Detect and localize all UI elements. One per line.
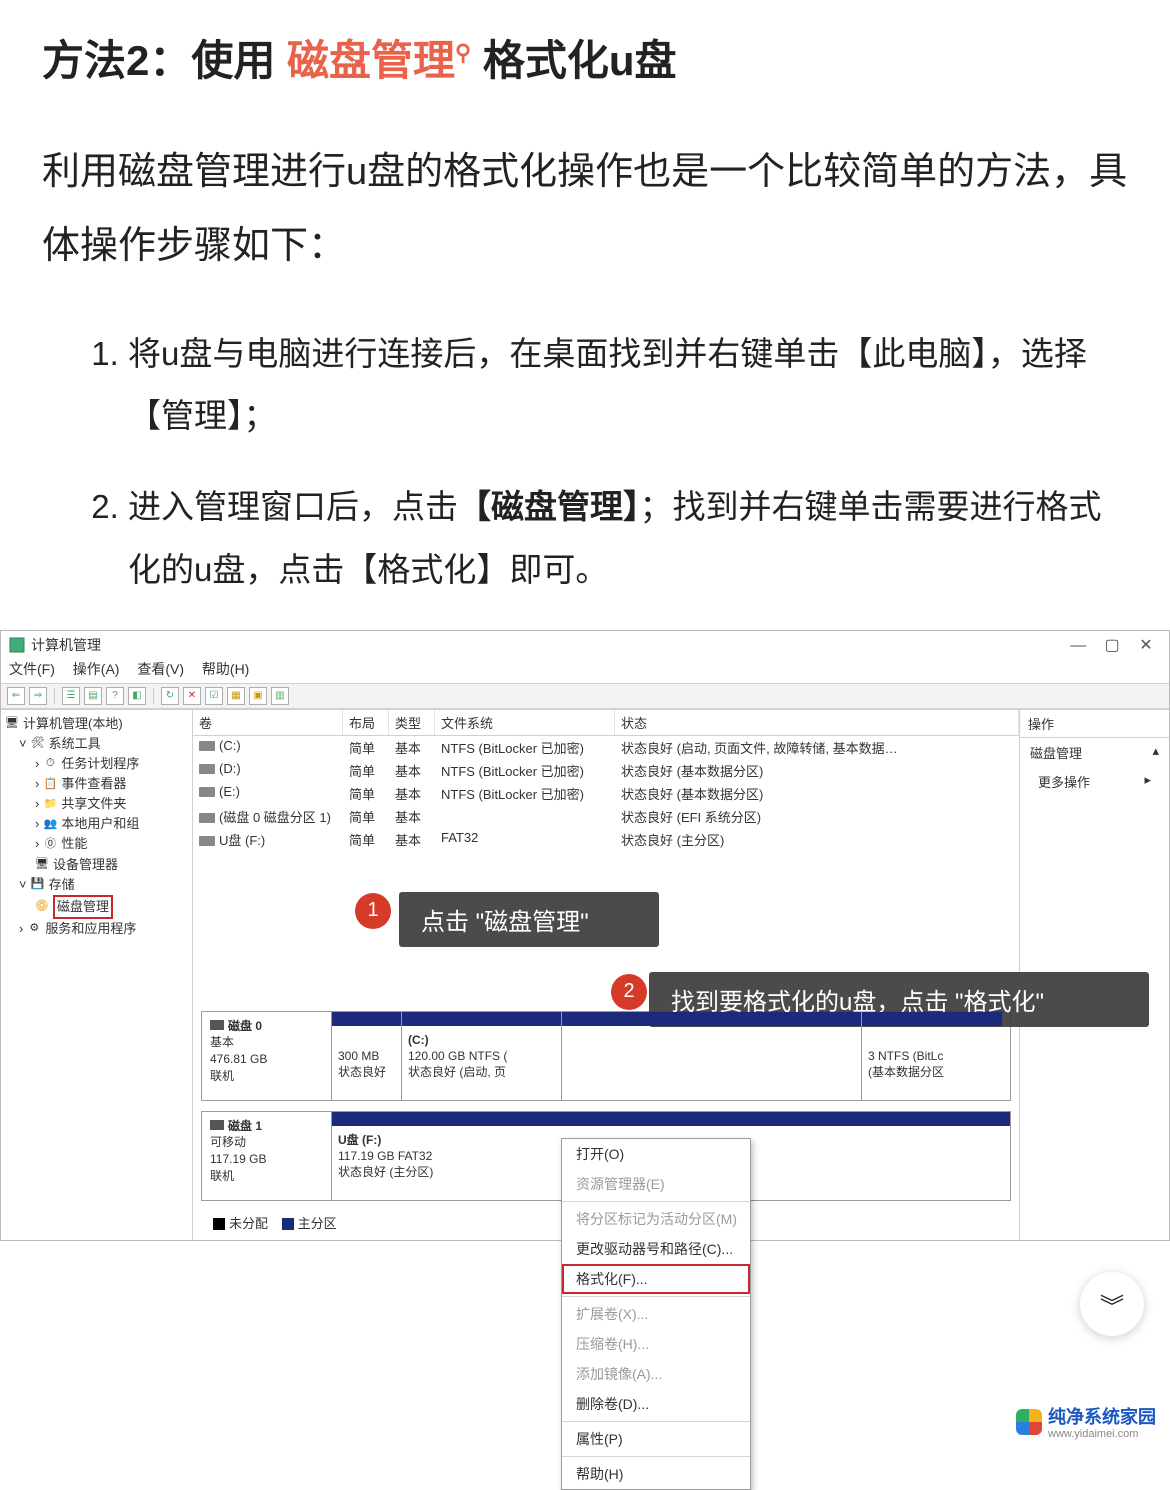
annotation-badge-2: 2: [611, 974, 647, 1010]
context-menu: 打开(O) 资源管理器(E) 将分区标记为活动分区(M) 更改驱动器号和路径(C…: [561, 1138, 751, 1490]
tb-a[interactable]: ▦: [227, 687, 245, 705]
intro-paragraph: 利用磁盘管理进行u盘的格式化操作也是一个比较简单的方法，具体操作步骤如下：: [42, 135, 1128, 283]
tb-c[interactable]: ▥: [271, 687, 289, 705]
double-chevron-down-icon: ︾: [1100, 1287, 1124, 1322]
minimize-button[interactable]: —: [1063, 637, 1093, 655]
volume-header: 卷 布局 类型 文件系统 状态: [193, 710, 1019, 736]
ctx-active: 将分区标记为活动分区(M): [562, 1204, 750, 1234]
tree-storage[interactable]: 存储: [49, 875, 75, 895]
tb-refresh[interactable]: ↻: [161, 687, 179, 705]
menu-view[interactable]: 查看(V): [137, 661, 184, 677]
ctx-format[interactable]: 格式化(F)...: [562, 1264, 750, 1294]
ctx-extend: 扩展卷(X)...: [562, 1299, 750, 1329]
volume-row[interactable]: (磁盘 0 磁盘分区 1)简单基本状态良好 (EFI 系统分区): [193, 805, 1019, 828]
watermark-logo-icon: [1016, 1409, 1042, 1435]
app-icon: [9, 637, 25, 653]
menu-file[interactable]: 文件(F): [9, 661, 55, 677]
tb-back[interactable]: ⇐: [7, 687, 25, 705]
tree-diskmgmt[interactable]: 磁盘管理: [53, 895, 113, 919]
ctx-delete[interactable]: 删除卷(D)...: [562, 1389, 750, 1419]
tb-up[interactable]: ☰: [62, 687, 80, 705]
tree-devmgr[interactable]: 设备管理器: [53, 855, 118, 875]
annotation-badge-1: 1: [355, 893, 391, 929]
disk-0-block: 磁盘 0 基本 476.81 GB 联机 300 MB状态良好(C:)120.0…: [201, 1011, 1011, 1101]
ctx-open[interactable]: 打开(O): [562, 1139, 750, 1169]
actions-diskmgmt[interactable]: 磁盘管理▴: [1020, 738, 1169, 767]
volume-row[interactable]: U盘 (F:)简单基本FAT32状态良好 (主分区): [193, 828, 1019, 851]
partition[interactable]: (C:)120.00 GB NTFS (状态良好 (启动, 页: [402, 1012, 562, 1100]
tree-users[interactable]: 本地用户和组: [61, 814, 139, 834]
chevron-right-icon: ▸: [1144, 772, 1151, 791]
clock-icon: ⏱: [43, 757, 57, 771]
search-icon[interactable]: ⚲: [455, 40, 471, 65]
tree-systools[interactable]: 系统工具: [49, 734, 101, 754]
computer-icon: 🖥: [5, 717, 19, 731]
section-title: 方法2：使用 磁盘管理⚲ 格式化u盘: [42, 34, 1128, 89]
partition[interactable]: 3 NTFS (BitLc(基本数据分区: [862, 1012, 1002, 1100]
tb-view1[interactable]: ◧: [128, 687, 146, 705]
tree-services[interactable]: 服务和应用程序: [45, 919, 136, 939]
toolbar: ⇐ ⇒ ☰ ▤ ? ◧ ↻ ✕ ☑ ▦ ▣ ▥: [1, 683, 1169, 709]
ctx-props[interactable]: 属性(P): [562, 1424, 750, 1454]
volume-row[interactable]: (D:)简单基本NTFS (BitLocker 已加密)状态良好 (基本数据分区…: [193, 759, 1019, 782]
device-icon: 🖥: [35, 858, 49, 872]
screenshot-disk-management: 计算机管理 — ▢ ✕ 文件(F) 操作(A) 查看(V) 帮助(H) ⇐ ⇒ …: [0, 630, 1170, 1241]
ctx-shrink: 压缩卷(H)...: [562, 1329, 750, 1359]
tb-b[interactable]: ▣: [249, 687, 267, 705]
users-icon: 👥: [43, 817, 57, 831]
tb-fwd[interactable]: ⇒: [29, 687, 47, 705]
scroll-down-button[interactable]: ︾: [1080, 1272, 1144, 1336]
nav-tree: 🖥计算机管理(本地) ˅🛠系统工具 ›⏱任务计划程序 ›📋事件查看器 ›📁共享文…: [1, 710, 193, 1240]
step-2: 进入管理窗口后，点击【磁盘管理】；找到并右键单击需要进行格式化的u盘，点击【格式…: [128, 476, 1128, 601]
storage-icon: 💾: [31, 878, 45, 892]
window-title: 计算机管理: [31, 635, 101, 655]
volume-row[interactable]: (C:)简单基本NTFS (BitLocker 已加密)状态良好 (启动, 页面…: [193, 736, 1019, 759]
actions-more[interactable]: 更多操作▸: [1020, 767, 1169, 796]
tree-root[interactable]: 计算机管理(本地): [23, 714, 123, 734]
ctx-explorer: 资源管理器(E): [562, 1169, 750, 1199]
close-button[interactable]: ✕: [1131, 635, 1161, 655]
perf-icon: ⓪: [43, 837, 57, 851]
tb-prop[interactable]: ☑: [205, 687, 223, 705]
ctx-mirror: 添加镜像(A)...: [562, 1359, 750, 1389]
tree-scheduler[interactable]: 任务计划程序: [61, 754, 139, 774]
disk-icon: 📀: [35, 900, 49, 914]
menu-help[interactable]: 帮助(H): [202, 661, 249, 677]
menubar: 文件(F) 操作(A) 查看(V) 帮助(H): [1, 659, 1169, 683]
services-icon: ⚙: [27, 922, 41, 936]
ctx-help[interactable]: 帮助(H): [562, 1459, 750, 1489]
chevron-up-icon: ▴: [1152, 743, 1159, 762]
tools-icon: 🛠: [31, 737, 45, 751]
highlight-term[interactable]: 磁盘管理⚲: [287, 37, 471, 84]
tree-eventviewer[interactable]: 事件查看器: [61, 774, 126, 794]
partition[interactable]: [562, 1012, 862, 1100]
tree-shared[interactable]: 共享文件夹: [61, 794, 126, 814]
partition[interactable]: 300 MB状态良好: [332, 1012, 402, 1100]
menu-action[interactable]: 操作(A): [73, 661, 120, 677]
annotation-tip-1: 点击 "磁盘管理": [399, 892, 659, 947]
tb-help[interactable]: ?: [106, 687, 124, 705]
ctx-change-letter[interactable]: 更改驱动器号和路径(C)...: [562, 1234, 750, 1264]
maximize-button[interactable]: ▢: [1097, 635, 1127, 655]
watermark: 纯净系统家园 www.yidaimei.com: [1016, 1403, 1156, 1440]
folder-icon: 📁: [43, 797, 57, 811]
volume-row[interactable]: (E:)简单基本NTFS (BitLocker 已加密)状态良好 (基本数据分区…: [193, 782, 1019, 805]
tree-perf[interactable]: 性能: [61, 834, 87, 854]
log-icon: 📋: [43, 777, 57, 791]
tb-delete[interactable]: ✕: [183, 687, 201, 705]
tb-list[interactable]: ▤: [84, 687, 102, 705]
step-1: 将u盘与电脑进行连接后，在桌面找到并右键单击【此电脑】，选择【管理】；: [128, 323, 1128, 448]
